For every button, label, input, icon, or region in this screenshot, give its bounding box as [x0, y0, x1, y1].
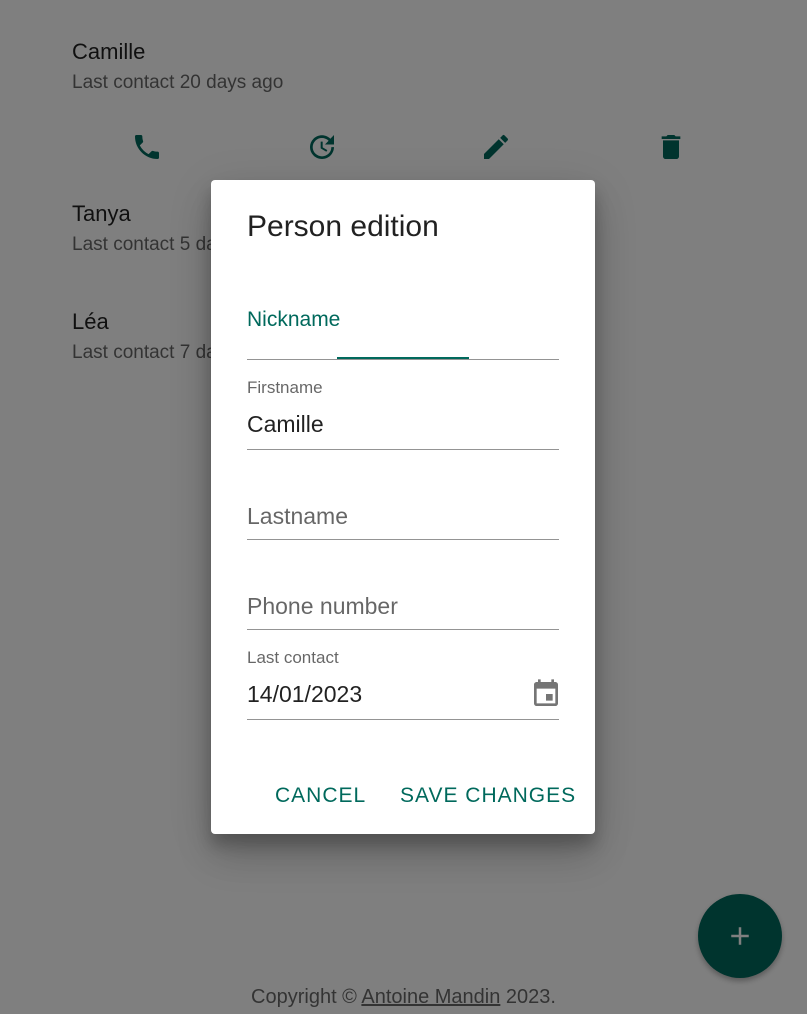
lastname-underline [247, 539, 559, 540]
calendar-icon[interactable] [530, 678, 562, 710]
firstname-underline [247, 449, 559, 450]
nickname-label: Nickname [247, 308, 341, 331]
firstname-value: Camille [247, 411, 324, 437]
lastname-label: Lastname [247, 503, 349, 529]
phone-number-label: Phone number [247, 593, 398, 619]
last-contact-label: Last contact [247, 648, 339, 667]
lastname-field[interactable]: Lastname [247, 470, 559, 540]
nickname-focus-line [337, 357, 469, 359]
person-edition-dialog: Person edition Nickname Firstname Camill… [211, 180, 595, 834]
nickname-underline [247, 359, 559, 360]
dialog-title: Person edition [247, 210, 439, 243]
firstname-field[interactable]: Firstname Camille [247, 378, 559, 450]
last-contact-field[interactable]: Last contact 14/01/2023 [247, 648, 559, 720]
nickname-field[interactable]: Nickname [247, 290, 559, 360]
save-changes-button[interactable]: SAVE CHANGES [400, 784, 576, 808]
last-contact-value: 14/01/2023 [247, 681, 363, 707]
firstname-label: Firstname [247, 378, 323, 397]
phone-number-underline [247, 629, 559, 630]
last-contact-underline [247, 719, 559, 720]
cancel-button[interactable]: CANCEL [275, 784, 366, 808]
phone-number-field[interactable]: Phone number [247, 560, 559, 630]
